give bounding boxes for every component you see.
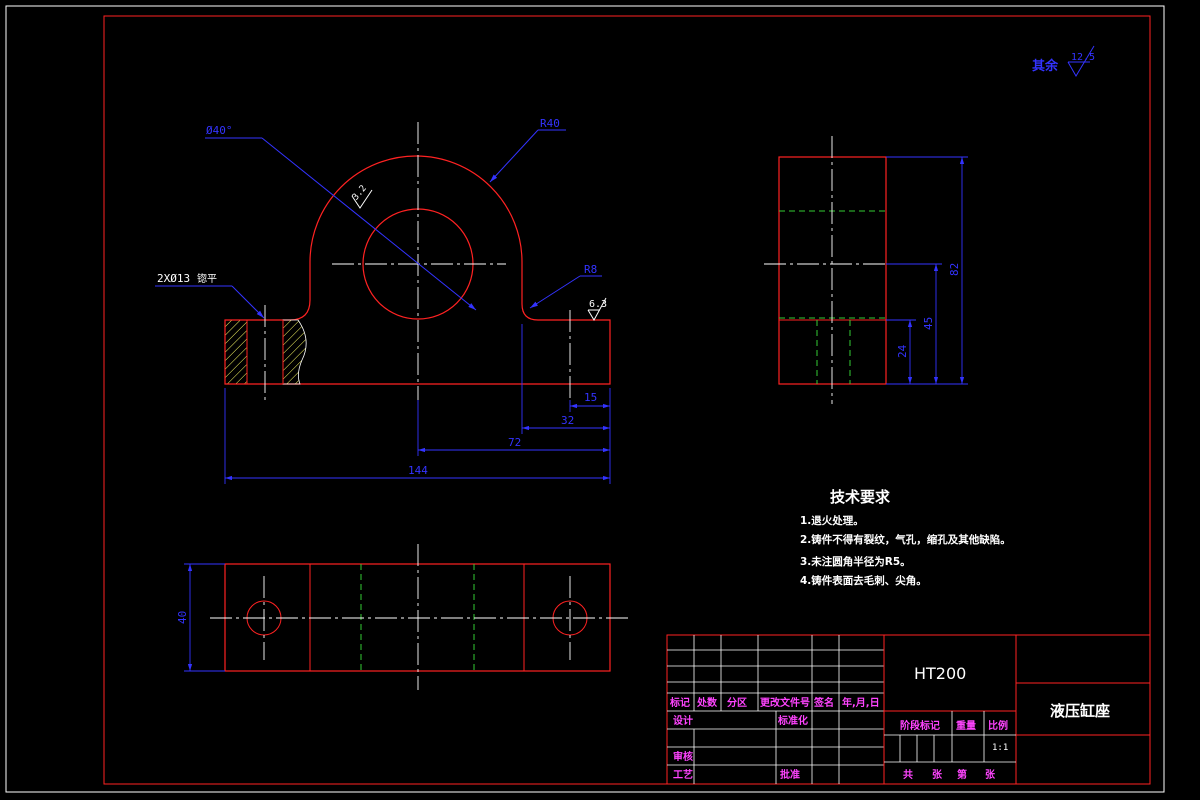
- tech-req-item: 4.铸件表面去毛刺、尖角。: [800, 574, 927, 587]
- dim-144-label: 144: [408, 464, 428, 477]
- dim-bore-label: Ø40°: [206, 124, 233, 137]
- title-block: HT200 液压缸座 标记 处数 分区 更改文件号 签名 年,月,日 设计 标准…: [666, 634, 1151, 785]
- hdr-change-doc: 更改文件号: [760, 696, 810, 709]
- row-standardize: 标准化: [777, 714, 808, 727]
- hatch-section-left: [224, 319, 248, 385]
- cad-drawing: 其余 12.5 Ø40° 3.2 R40 R8 2XØ13 锪平 6.3 15 …: [5, 5, 1165, 793]
- side-outline: [778, 156, 887, 385]
- dim-24-label: 24: [896, 344, 909, 358]
- stage-mark: 阶段标记: [900, 719, 940, 732]
- dim-holes-note: 锪平: [197, 272, 217, 285]
- sheet-label: 张: [932, 768, 943, 781]
- total-label: 共: [903, 768, 913, 781]
- scale-value: 1:1: [992, 743, 1008, 753]
- inner-border: [103, 15, 1151, 785]
- page-label: 张: [985, 768, 996, 781]
- row-design: 设计: [673, 714, 693, 727]
- tech-req-item: 1.退火处理。: [800, 514, 864, 527]
- dim-holes-label: 2XØ13: [157, 272, 190, 285]
- material-label: HT200: [914, 664, 966, 683]
- front-view: Ø40° 3.2 R40 R8 2XØ13 锪平 6.3 15 32 72 14…: [155, 117, 611, 484]
- side-view: 82 45 24: [764, 136, 968, 404]
- technical-requirements: 技术要求 1.退火处理。 2.铸件不得有裂纹，气孔，缩孔及其他缺陷。 3.未注圆…: [800, 488, 1011, 587]
- dim-82-label: 82: [948, 263, 961, 276]
- dim-72-label: 72: [508, 436, 521, 449]
- hdr-zone: 分区: [727, 696, 747, 709]
- dim-15-label: 15: [584, 391, 597, 404]
- roughness-note: 其余: [1032, 58, 1059, 74]
- row-review: 审核: [673, 750, 693, 763]
- rough-bore-label: 3.2: [351, 184, 369, 203]
- tech-req-title: 技术要求: [830, 488, 891, 506]
- rough-base-label: 6.3: [589, 299, 607, 310]
- row-process: 工艺: [673, 768, 693, 781]
- dim-45-label: 45: [922, 317, 935, 330]
- hdr-mark: 标记: [669, 696, 690, 709]
- hdr-sign: 签名: [813, 696, 834, 709]
- top-outline: [224, 563, 611, 672]
- hdr-count: 处数: [696, 696, 718, 709]
- roughness-value: 12.5: [1071, 52, 1095, 63]
- scale-label: 比例: [988, 719, 1008, 732]
- tech-req-item: 2.铸件不得有裂纹，气孔，缩孔及其他缺陷。: [800, 533, 1011, 546]
- top-view: 40: [176, 544, 630, 690]
- row-approve: 批准: [780, 768, 800, 781]
- dim-r8-label: R8: [584, 263, 597, 276]
- hatch-section-right: [282, 319, 307, 385]
- weight-label: 重量: [956, 719, 976, 732]
- hdr-date: 年,月,日: [842, 696, 880, 709]
- dim-r40-label: R40: [540, 117, 560, 130]
- part-name: 液压缸座: [1050, 702, 1110, 720]
- dim-40-label: 40: [176, 611, 189, 624]
- dim-32-label: 32: [561, 414, 574, 427]
- tech-req-item: 3.未注圆角半径为R5。: [800, 555, 911, 568]
- page-no-label: 第: [957, 768, 967, 781]
